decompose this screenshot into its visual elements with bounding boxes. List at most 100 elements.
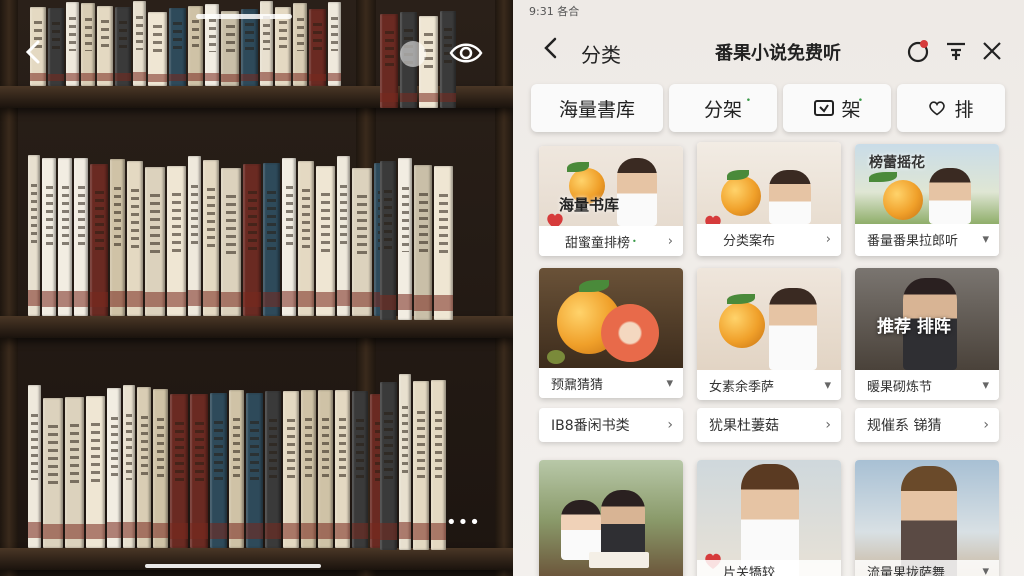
book-spine <box>328 2 341 86</box>
book-spine <box>221 168 241 316</box>
chevron-right-icon: › <box>667 417 673 433</box>
book-spine <box>335 390 350 548</box>
category-row[interactable]: IB8番闲书类 › <box>539 408 683 442</box>
book-spine <box>90 164 108 316</box>
book-row <box>380 150 453 320</box>
book-spine <box>301 390 316 548</box>
status-bar-time: 9:31 各合 <box>529 5 580 18</box>
category-row[interactable]: 犹果杜萋菇 › <box>697 408 841 442</box>
book-spine <box>170 394 188 548</box>
category-link[interactable]: 分类 <box>581 39 621 68</box>
record-button[interactable] <box>905 38 931 64</box>
card-title: 番量番果拉郎听 <box>867 233 959 249</box>
page-title: 番果小说免费听 <box>715 43 841 64</box>
book-spine <box>153 389 168 548</box>
book-spine <box>66 2 79 86</box>
tab-label: 海量書库 <box>558 98 635 121</box>
book-card[interactable]: 预鼐猜猜 ▾ <box>539 268 683 398</box>
view-toggle-button[interactable] <box>448 36 484 70</box>
book-spine <box>318 390 333 548</box>
more-button[interactable]: ••• <box>446 512 480 533</box>
card-footer: 暖果砌炼节 ▾ <box>855 370 999 400</box>
book-card[interactable]: 海量书库 甜蜜童排榜 • › <box>539 146 683 256</box>
app-screen: 9:31 各合 分类 番果小说免费听 海量書库 分架 • 架 • 排 海量书库 … <box>513 0 1024 576</box>
book-spine <box>148 12 167 86</box>
book-spine <box>293 3 307 86</box>
card-footer: 分类案布 › <box>697 224 841 254</box>
book-spine <box>221 11 239 86</box>
book-spine <box>43 398 63 548</box>
book-spine <box>123 385 135 548</box>
chevron-right-icon: › <box>825 417 831 433</box>
book-spine <box>352 168 372 316</box>
book-card[interactable]: 榜蕾摇花 番量番果拉郎听 ▾ <box>855 144 999 256</box>
book-card[interactable] <box>539 460 683 576</box>
chevron-right-icon: › <box>667 233 673 249</box>
book-card[interactable]: 片关犞较 <box>697 460 841 576</box>
book-spine <box>110 159 125 316</box>
back-button[interactable] <box>541 34 561 69</box>
book-spine <box>74 158 88 316</box>
card-footer: 预鼐猜猜 ▾ <box>539 368 683 398</box>
book-spine <box>398 158 412 320</box>
card-title: 分类案布 <box>723 233 776 249</box>
tab-badge: • <box>745 96 751 106</box>
book-card[interactable]: 女素余季萨 ▾ <box>697 268 841 400</box>
filter-button[interactable] <box>943 38 969 64</box>
chevron-left-icon <box>25 40 40 64</box>
book-spine <box>265 391 281 548</box>
card-overlay-text: 推荐 排阵 <box>877 317 951 337</box>
book-spine <box>241 9 258 86</box>
book-card[interactable]: 分类案布 › <box>697 142 841 256</box>
close-button[interactable] <box>979 38 1005 64</box>
card-image: 榜蕾摇花 <box>855 144 999 224</box>
card-footer: 片关犞较 <box>697 560 841 576</box>
filter-icon <box>947 42 965 60</box>
category-row-label: 规催系 锑猜 <box>867 418 942 434</box>
book-spine <box>337 156 350 316</box>
book-card[interactable]: 推荐 排阵 暖果砌炼节 ▾ <box>855 268 999 400</box>
card-image <box>697 142 841 224</box>
record-icon <box>907 40 929 63</box>
book-spine <box>431 380 446 550</box>
chevron-down-icon: ▾ <box>824 377 831 393</box>
book-card[interactable]: 流量果拢萨舞 ▾ <box>855 460 999 576</box>
back-button[interactable] <box>20 36 48 68</box>
book-spine <box>413 381 429 550</box>
chevron-down-icon: ▾ <box>666 375 673 391</box>
book-spine <box>434 166 453 320</box>
book-spine <box>210 393 227 548</box>
book-spine <box>316 166 335 316</box>
book-spine <box>309 9 326 86</box>
status-dot <box>400 41 426 67</box>
tab-shelf[interactable]: 分架 • <box>669 84 777 132</box>
tab-rank[interactable]: 排 <box>897 84 1005 132</box>
book-spine <box>188 156 201 316</box>
drag-handle[interactable] <box>196 14 292 19</box>
book-spine <box>246 393 263 548</box>
screen-root: ••• 9:31 各合 分类 番果小说免费听 海量書库 分架 • 架 • 排 海… <box>0 0 1024 576</box>
book-spine <box>28 155 40 316</box>
book-spine <box>282 158 296 316</box>
category-row-label: 犹果杜萋菇 <box>709 418 779 434</box>
heart-icon <box>929 101 946 116</box>
book-spine <box>133 1 146 86</box>
card-footer: 甜蜜童排榜 • › <box>539 226 683 256</box>
book-spine <box>352 391 368 548</box>
home-indicator[interactable] <box>145 564 321 568</box>
card-title: 流量果拢萨舞 <box>867 565 946 576</box>
card-overlay-text: 榜蕾摇花 <box>869 155 925 171</box>
card-image <box>539 268 683 368</box>
book-spine <box>58 158 72 316</box>
chevron-left-icon <box>544 37 557 59</box>
book-spine <box>42 158 56 316</box>
tab-bookmark[interactable]: 架 • <box>783 84 891 132</box>
card-image <box>855 460 999 576</box>
tab-library[interactable]: 海量書库 <box>531 84 663 132</box>
book-spine <box>81 3 95 86</box>
card-image <box>539 460 683 576</box>
card-title: 暖果砌炼节 <box>867 379 933 395</box>
book-spine <box>190 394 208 548</box>
book-row <box>380 370 446 550</box>
category-row[interactable]: 规催系 锑猜 › <box>855 408 999 442</box>
